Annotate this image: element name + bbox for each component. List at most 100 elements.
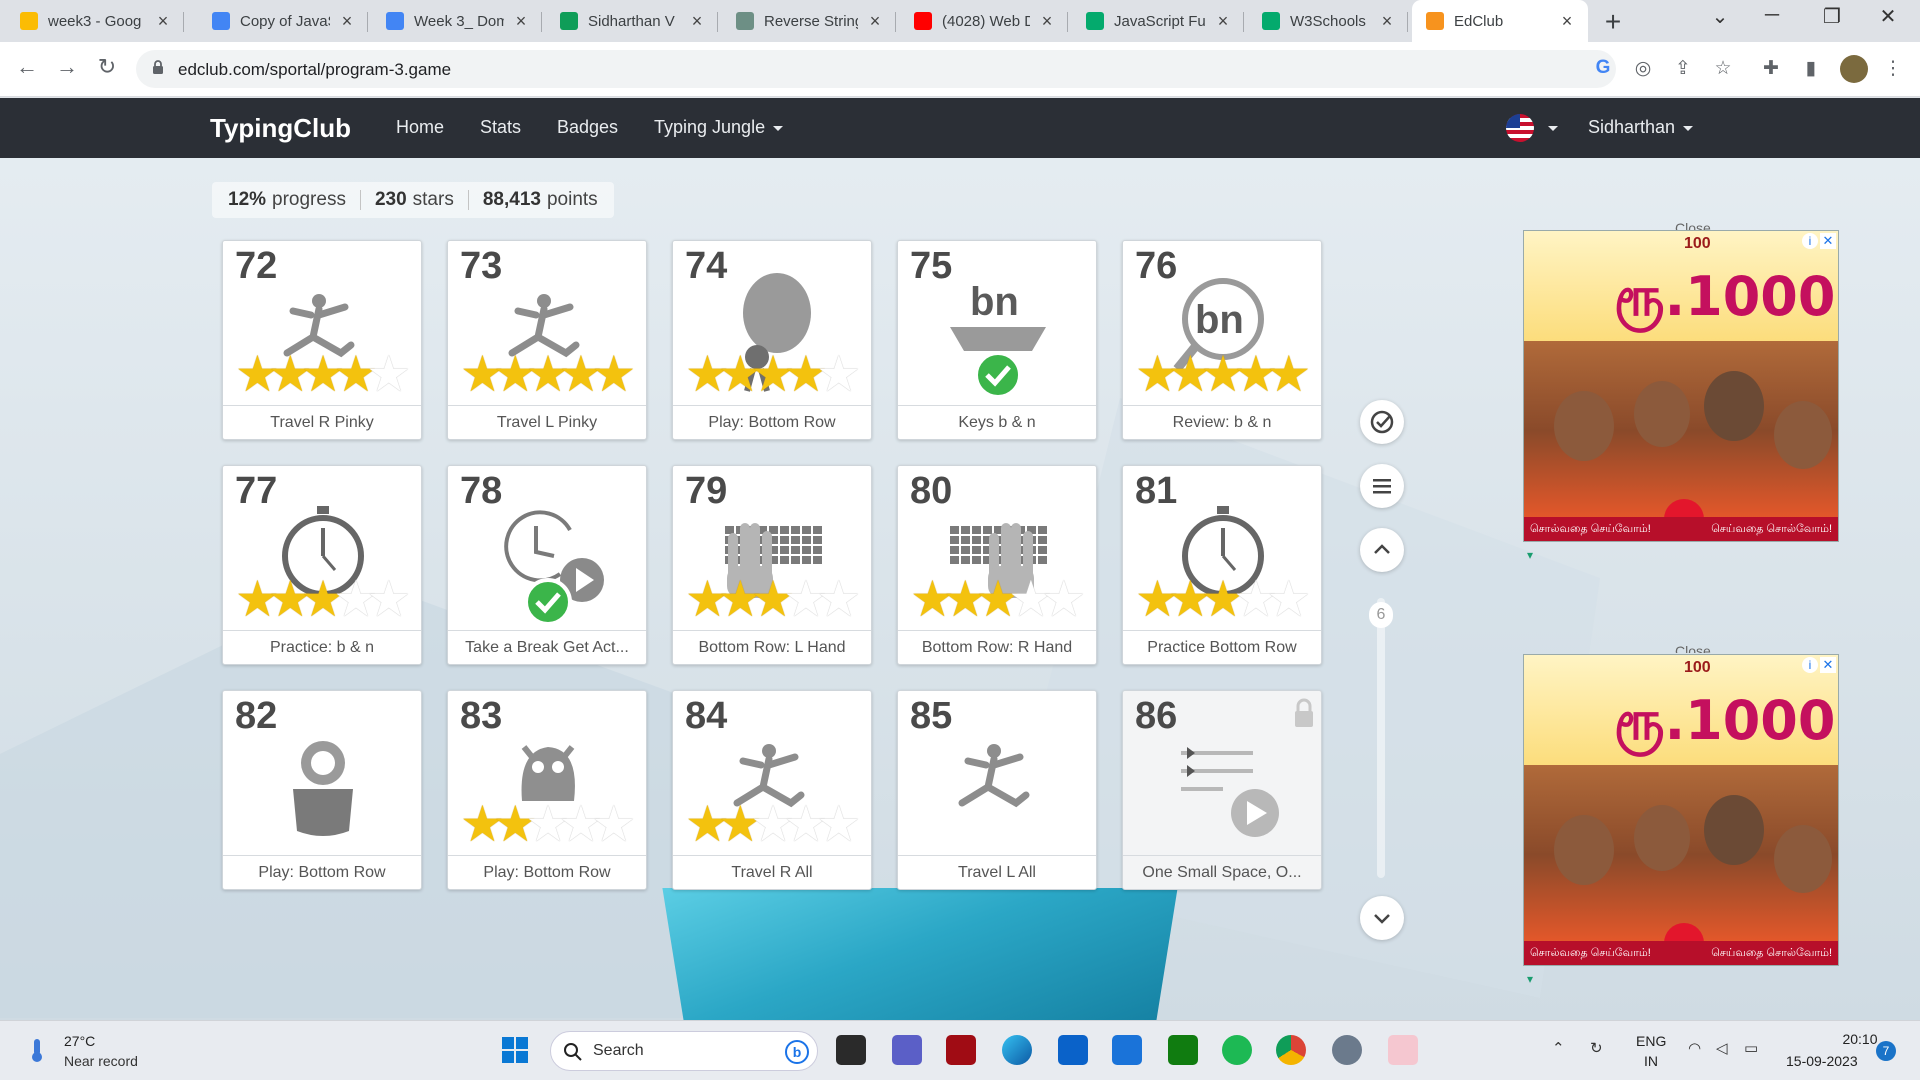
back-icon[interactable]: ←	[12, 54, 42, 80]
user-menu-dropdown[interactable]: Sidharthan	[1588, 117, 1694, 138]
lesson-card[interactable]: bn 76 ★ ★ ★ ★ ★ Review: b & n	[1122, 240, 1322, 440]
browser-tab[interactable]: EdClub ×	[1412, 0, 1588, 42]
volume-icon[interactable]: ◁	[1716, 1039, 1728, 1057]
tab-search-chevron-icon[interactable]: ⌄	[1700, 4, 1740, 29]
battery-icon[interactable]: ▭	[1744, 1039, 1758, 1057]
profile-avatar[interactable]	[1840, 55, 1868, 83]
bookmark-star-icon[interactable]: ☆	[1710, 57, 1736, 80]
xbox-icon[interactable]	[1168, 1035, 1198, 1065]
nav-stats-link[interactable]: Stats	[480, 117, 521, 138]
ad-close-label[interactable]: Close	[1675, 220, 1711, 230]
completed-filter-button[interactable]	[1360, 400, 1404, 444]
advertisement-banner[interactable]: 100 ரூ.1000 சொல்வதை செய்வோம்! செய்வதை சொ…	[1523, 230, 1839, 542]
reload-icon[interactable]: ↻	[92, 54, 122, 80]
ad-info-icon[interactable]: i	[1802, 657, 1818, 673]
lesson-card[interactable]: 79 ★ ★ ★ ★ ★ Bottom Row: L Hand	[672, 465, 872, 665]
lesson-card[interactable]: bn 75 Keys b & n	[897, 240, 1097, 440]
forward-icon[interactable]: →	[52, 54, 82, 80]
scrollbar-track[interactable]	[1377, 598, 1385, 878]
close-tab-icon[interactable]: ×	[1038, 11, 1056, 32]
ad-choices-icon[interactable]: ▾	[1527, 548, 1533, 562]
lesson-card[interactable]: 74 ★ ★ ★ ★ ★ Play: Bottom Row	[672, 240, 872, 440]
lesson-card[interactable]: 78 Take a Break Get Act...	[447, 465, 647, 665]
browser-tab[interactable]: week3 - Goog ×	[6, 0, 184, 42]
notification-badge[interactable]: 7	[1876, 1041, 1896, 1061]
browser-tab[interactable]: (4028) Web D ×	[900, 0, 1068, 42]
close-tab-icon[interactable]: ×	[338, 11, 356, 32]
menu-button[interactable]	[1360, 464, 1404, 508]
extensions-icon[interactable]: ✚	[1758, 57, 1784, 80]
address-bar[interactable]: edclub.com/sportal/program-3.game	[136, 50, 1616, 88]
lesson-card[interactable]: 77 ★ ★ ★ ★ ★ Practice: b & n	[222, 465, 422, 665]
nav-badges-link[interactable]: Badges	[557, 117, 618, 138]
teams-chat-icon[interactable]	[892, 1035, 922, 1065]
weather-description[interactable]: Near record	[64, 1053, 138, 1069]
region-indicator[interactable]: IN	[1644, 1053, 1658, 1069]
eye-off-icon[interactable]: ◎	[1630, 57, 1656, 80]
settings-gear-icon[interactable]	[1332, 1035, 1362, 1065]
close-tab-icon[interactable]: ×	[688, 11, 706, 32]
lesson-card[interactable]: 84 ★ ★ ★ ★ ★ Travel R All	[672, 690, 872, 890]
microsoft-store-icon[interactable]	[1058, 1035, 1088, 1065]
ad-close-label[interactable]: Close	[1675, 643, 1711, 653]
ad-info-icon[interactable]: i	[1802, 233, 1818, 249]
mail-icon[interactable]	[1112, 1035, 1142, 1065]
menu-kebab-icon[interactable]: ⋮	[1880, 57, 1906, 80]
browser-tab[interactable]: Copy of JavaS ×	[198, 0, 368, 42]
side-panel-icon[interactable]: ▮	[1798, 57, 1824, 80]
browser-tab[interactable]: W3Schools Tr ×	[1248, 0, 1408, 42]
game-app-icon[interactable]	[946, 1035, 976, 1065]
thermometer-icon[interactable]	[26, 1037, 48, 1063]
browser-tab[interactable]: Sidharthan V ×	[546, 0, 718, 42]
lesson-card[interactable]: 72 ★ ★ ★ ★ ★ Travel R Pinky	[222, 240, 422, 440]
new-tab-button[interactable]: +	[1598, 6, 1628, 38]
lesson-card[interactable]: 83 ★ ★ ★ ★ ★ Play: Bottom Row	[447, 690, 647, 890]
lesson-card[interactable]: 82 Play: Bottom Row	[222, 690, 422, 890]
close-tab-icon[interactable]: ×	[1558, 11, 1576, 32]
star-rating: ★ ★ ★ ★ ★	[1135, 349, 1311, 399]
sync-icon[interactable]: ↻	[1590, 1039, 1603, 1057]
lesson-card[interactable]: 86 One Small Space, O...	[1122, 690, 1322, 890]
tray-overflow-icon[interactable]: ⌃	[1552, 1039, 1565, 1057]
snipping-tool-icon[interactable]	[1388, 1035, 1418, 1065]
lesson-card[interactable]: 73 ★ ★ ★ ★ ★ Travel L Pinky	[447, 240, 647, 440]
nav-typing-jungle-dropdown[interactable]: Typing Jungle	[654, 117, 784, 138]
ad-choices-icon[interactable]: ▾	[1527, 972, 1533, 986]
google-lens-icon[interactable]: G	[1590, 57, 1616, 79]
scroll-up-button[interactable]	[1360, 528, 1404, 572]
lesson-card[interactable]: 85 Travel L All	[897, 690, 1097, 890]
close-tab-icon[interactable]: ×	[1214, 11, 1232, 32]
browser-tab[interactable]: JavaScript Fun ×	[1072, 0, 1244, 42]
maximize-icon[interactable]: ❐	[1812, 4, 1852, 29]
share-icon[interactable]: ⇪	[1670, 57, 1696, 80]
taskbar-search[interactable]: Search b	[550, 1031, 818, 1071]
browser-tab[interactable]: Week 3_ Dom ×	[372, 0, 542, 42]
clock-date[interactable]: 15-09-2023	[1786, 1053, 1858, 1069]
weather-temperature[interactable]: 27°C	[64, 1033, 95, 1049]
language-indicator[interactable]: ENG	[1636, 1033, 1666, 1049]
chrome-icon[interactable]	[1276, 1035, 1306, 1065]
us-flag-icon[interactable]	[1506, 114, 1534, 142]
task-view-icon[interactable]	[836, 1035, 866, 1065]
brand-logo[interactable]: TypingClub	[210, 113, 351, 144]
ad-close-icon[interactable]: ✕	[1820, 657, 1836, 673]
close-tab-icon[interactable]: ×	[512, 11, 530, 32]
nav-home-link[interactable]: Home	[396, 117, 444, 138]
lesson-card[interactable]: 80 ★ ★ ★ ★ ★ Bottom Row: R Hand	[897, 465, 1097, 665]
browser-tab[interactable]: Reverse String ×	[722, 0, 896, 42]
close-tab-icon[interactable]: ×	[154, 11, 172, 32]
bing-icon[interactable]: b	[785, 1040, 809, 1064]
edge-browser-icon[interactable]	[1002, 1035, 1032, 1065]
close-tab-icon[interactable]: ×	[866, 11, 884, 32]
wifi-icon[interactable]: ◠	[1688, 1039, 1701, 1057]
close-window-icon[interactable]: ✕	[1868, 4, 1908, 29]
minimize-icon[interactable]: ─	[1752, 4, 1792, 27]
ad-close-icon[interactable]: ✕	[1820, 233, 1836, 249]
advertisement-banner[interactable]: 100 ரூ.1000 சொல்வதை செய்வோம்! செய்வதை சொ…	[1523, 654, 1839, 966]
lesson-card[interactable]: 81 ★ ★ ★ ★ ★ Practice Bottom Row	[1122, 465, 1322, 665]
close-tab-icon[interactable]: ×	[1378, 11, 1396, 32]
scroll-down-button[interactable]	[1360, 896, 1404, 940]
language-dropdown[interactable]	[1540, 117, 1558, 138]
spotify-icon[interactable]	[1222, 1035, 1252, 1065]
windows-start-icon[interactable]	[500, 1035, 530, 1065]
